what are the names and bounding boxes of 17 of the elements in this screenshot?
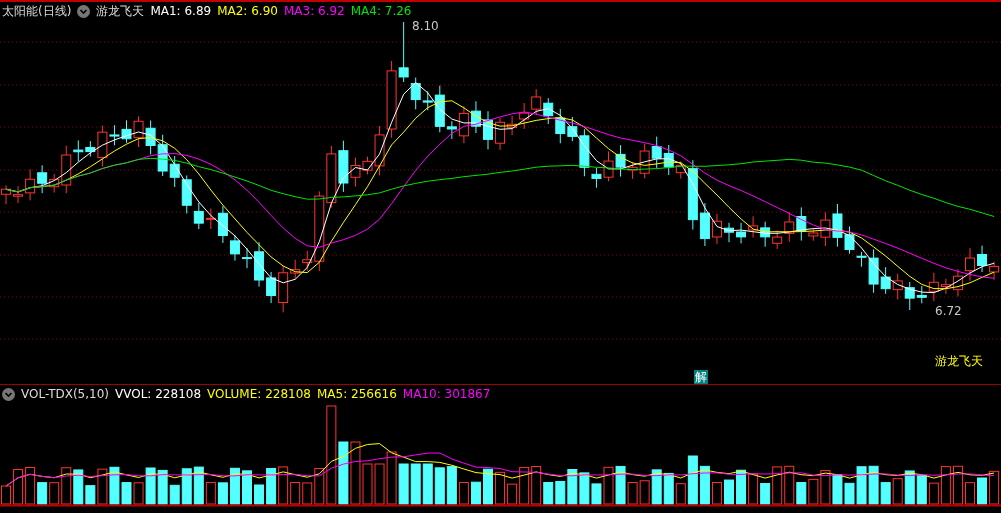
- indicator-name: 游龙飞天: [96, 2, 145, 20]
- moving-average-value: MA3: 6.92: [283, 4, 345, 18]
- high-price-label: 8.10: [412, 19, 439, 33]
- volume-value: MA5: 256616: [316, 387, 397, 401]
- dropdown-chevron-icon[interactable]: [77, 4, 91, 18]
- signal-badge: 解: [694, 370, 708, 384]
- moving-average-value: MA2: 6.90: [217, 4, 278, 18]
- dropdown-chevron-icon[interactable]: [2, 387, 15, 401]
- volume-value: VOLUME: 228108: [207, 387, 311, 401]
- volume-value: VVOL: 228108: [115, 387, 202, 401]
- volume-indicator-name: VOL-TDX(5,10): [21, 387, 110, 401]
- moving-average-value: MA1: 6.89: [150, 4, 212, 18]
- moving-average-value: MA4: 7.26: [350, 4, 412, 18]
- stock-title: 太阳能(日线): [2, 2, 72, 20]
- indicator-tag: 游龙飞天: [935, 353, 983, 370]
- low-price-label: 6.72: [935, 304, 962, 318]
- volume-value: MA10: 301867: [402, 387, 491, 401]
